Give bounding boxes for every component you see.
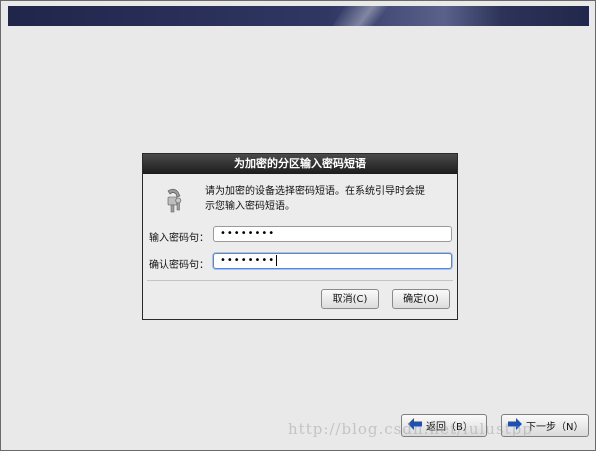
passphrase-value: •••••••• — [220, 228, 276, 239]
lock-keys-icon — [163, 188, 185, 214]
arrow-right-icon — [508, 418, 526, 433]
confirm-passphrase-value: •••••••• — [220, 255, 276, 266]
text-caret — [276, 254, 278, 266]
passphrase-dialog: 为加密的分区输入密码短语 请为加密的设备选择密码短语。在系统引导时会提 示您输入… — [142, 153, 458, 320]
back-button[interactable]: 返回（B） — [401, 414, 487, 437]
cancel-button[interactable]: 取消(C) — [321, 289, 379, 309]
ok-button[interactable]: 确定(O) — [392, 289, 450, 309]
next-button-label: 下一步（N） — [526, 422, 584, 433]
prompt-line-2: 示您输入密码短语。 — [205, 201, 295, 212]
dialog-separator — [147, 280, 453, 281]
confirm-passphrase-input[interactable]: •••••••• — [213, 253, 452, 269]
passphrase-label: 输入密码句： — [149, 233, 209, 244]
dialog-title: 为加密的分区输入密码短语 — [143, 154, 457, 174]
dialog-prompt: 请为加密的设备选择密码短语。在系统引导时会提 示您输入密码短语。 — [205, 184, 445, 214]
arrow-left-icon — [408, 418, 426, 433]
next-button[interactable]: 下一步（N） — [501, 414, 589, 437]
passphrase-input[interactable]: •••••••• — [213, 226, 452, 242]
prompt-line-1: 请为加密的设备选择密码短语。在系统引导时会提 — [205, 186, 425, 197]
confirm-passphrase-label: 确认密码句： — [149, 260, 209, 271]
header-banner — [8, 6, 589, 26]
back-button-label: 返回（B） — [426, 422, 473, 433]
